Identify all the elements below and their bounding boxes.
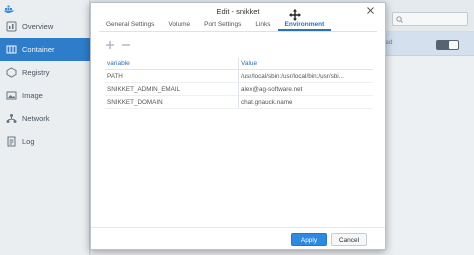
table-row[interactable]: SNIKKET_DOMAIN chat.gnauck.name [105, 96, 373, 109]
table-row[interactable]: SNIKKET_ADMIN_EMAIL alex@ag-software.net [105, 83, 373, 96]
env-value-cell[interactable]: /usr/local/sbin:/usr/local/bin:/usr/sbi.… [239, 70, 373, 82]
add-icon[interactable] [105, 40, 115, 50]
tab-volume[interactable]: Volume [161, 19, 197, 31]
apply-button[interactable]: Apply [291, 233, 327, 246]
column-header-variable[interactable]: variable [105, 58, 239, 69]
env-table: variable Value PATH /usr/local/sbin:/usr… [105, 58, 373, 109]
env-variable-cell[interactable]: SNIKKET_ADMIN_EMAIL [105, 83, 239, 95]
table-row[interactable]: PATH /usr/local/sbin:/usr/local/bin:/usr… [105, 70, 373, 83]
env-value-cell[interactable]: chat.gnauck.name [239, 96, 373, 108]
table-header: variable Value [105, 58, 373, 70]
tab-links[interactable]: Links [248, 19, 277, 31]
column-header-value[interactable]: Value [239, 58, 373, 69]
cancel-button[interactable]: Cancel [331, 233, 367, 246]
dialog-title: Edit - snikket [216, 7, 260, 16]
env-value-cell[interactable]: alex@ag-software.net [239, 83, 373, 95]
dialog-footer: Apply Cancel [91, 227, 385, 249]
tab-port-settings[interactable]: Port Settings [197, 19, 248, 31]
close-icon[interactable] [366, 6, 375, 15]
tab-environment[interactable]: Environment [277, 19, 332, 31]
tab-general-settings[interactable]: General Settings [99, 19, 161, 31]
env-variable-cell[interactable]: SNIKKET_DOMAIN [105, 96, 239, 108]
dialog-tabs: General Settings Volume Port Settings Li… [99, 19, 377, 32]
move-cursor-icon [289, 9, 301, 21]
remove-icon[interactable] [121, 40, 131, 50]
env-variable-cell[interactable]: PATH [105, 70, 239, 82]
env-toolbar [105, 40, 131, 52]
edit-dialog: Edit - snikket General Settings Volume P… [90, 2, 386, 250]
